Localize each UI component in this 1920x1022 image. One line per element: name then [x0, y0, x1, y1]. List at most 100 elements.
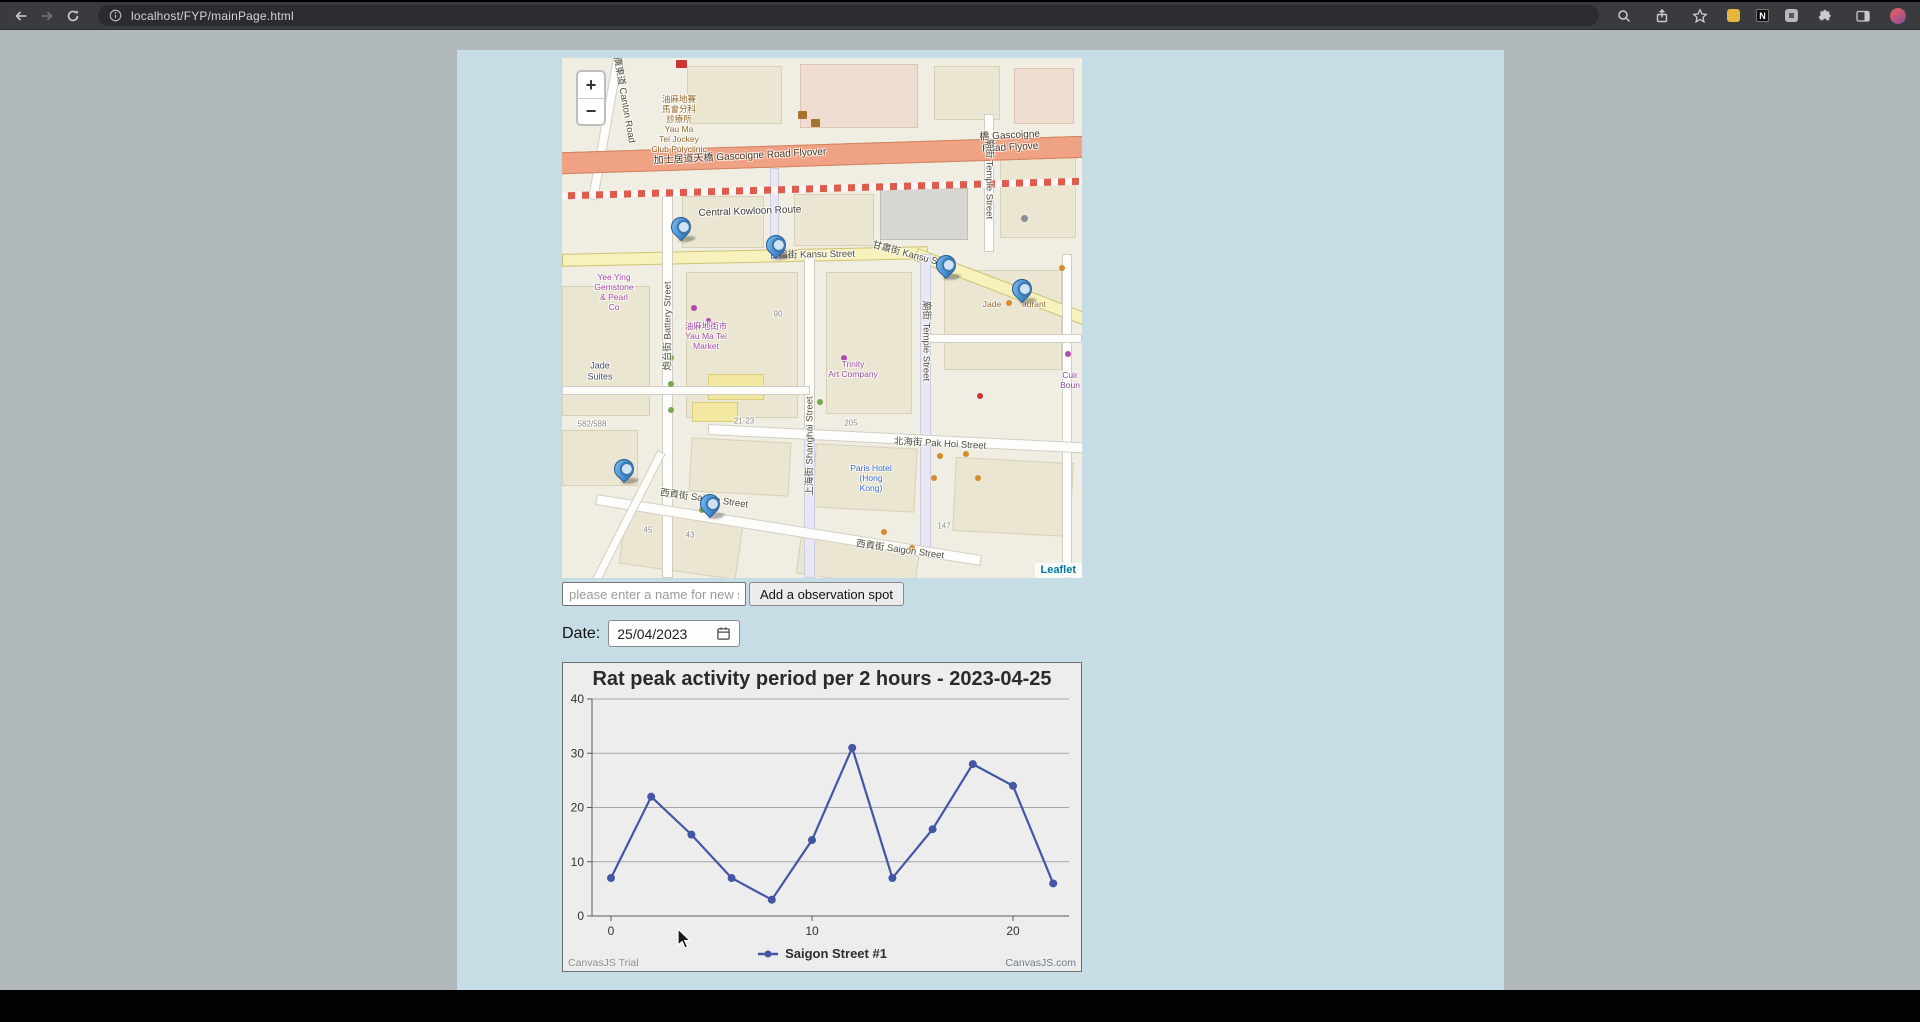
- poi-icon: [975, 475, 981, 481]
- map-building: [687, 66, 782, 124]
- map-building: [1000, 154, 1076, 238]
- zoom-control: + −: [576, 70, 606, 126]
- poi-icon: [817, 399, 823, 405]
- svg-text:20: 20: [571, 801, 585, 815]
- poi-icon: [691, 305, 697, 311]
- page-zoom-button[interactable]: [1613, 5, 1635, 27]
- chart-plot: 0 10 20 30 40 0 10 20: [563, 663, 1081, 971]
- star-icon: [1692, 8, 1708, 24]
- svg-text:10: 10: [805, 924, 819, 938]
- date-label: Date:: [562, 625, 600, 643]
- extension-gray-button[interactable]: [1785, 9, 1798, 22]
- legend-marker-icon: [757, 949, 779, 959]
- road-minor-east: [924, 334, 1082, 343]
- leaflet-map[interactable]: + − Leaflet 加士居道天橋 Gascoigne Road Flyove…: [562, 58, 1082, 578]
- poi-icon: [937, 453, 943, 459]
- poi-icon: [977, 393, 983, 399]
- map-building: [934, 66, 1000, 120]
- road-shanghai-lower: [804, 426, 815, 578]
- magnifier-icon: [1616, 8, 1632, 24]
- road-shanghai-upper: [804, 256, 815, 431]
- map-building: [1014, 68, 1074, 124]
- poi-icon: [668, 355, 674, 361]
- poi-icon: [668, 407, 674, 413]
- forward-button[interactable]: [36, 5, 58, 27]
- map-building: [692, 402, 738, 422]
- poi-icon: [881, 529, 887, 535]
- side-panel-icon: [1855, 8, 1871, 24]
- chart-legend[interactable]: Saigon Street #1: [563, 946, 1081, 961]
- poi-icon: [963, 451, 969, 457]
- add-spot-button[interactable]: Add a observation spot: [749, 582, 904, 606]
- poi-icon: [931, 475, 937, 481]
- map-building: [682, 196, 764, 248]
- road-temple: [920, 254, 931, 549]
- toolbar-right-icons: N: [1613, 5, 1910, 27]
- share-icon: [1654, 8, 1670, 24]
- map-label: 147: [937, 521, 950, 530]
- web-page: + − Leaflet 加士居道天橋 Gascoigne Road Flyove…: [0, 30, 1920, 990]
- extension-yellow-button[interactable]: [1727, 9, 1740, 22]
- trial-watermark: CanvasJS Trial: [568, 957, 639, 969]
- poi-icon: [1021, 215, 1028, 222]
- notion-icon: N: [1759, 11, 1766, 21]
- side-panel-button[interactable]: [1852, 5, 1874, 27]
- map-label: 582/588: [578, 419, 607, 428]
- svg-text:20: 20: [1006, 924, 1020, 938]
- road-kansu-west: [562, 246, 928, 267]
- map-building: [794, 194, 874, 246]
- poi-icon: [1065, 351, 1071, 357]
- poi-icon: [798, 111, 807, 119]
- map-building: [562, 286, 650, 416]
- svg-text:0: 0: [577, 909, 584, 923]
- bookmark-button[interactable]: [1689, 5, 1711, 27]
- back-icon: [13, 8, 29, 24]
- poi-icon: [811, 119, 820, 127]
- activity-chart: Rat peak activity period per 2 hours - 2…: [562, 662, 1082, 972]
- poi-icon: [676, 60, 687, 68]
- site-info-icon[interactable]: [108, 8, 123, 23]
- road-east-edge: [1062, 254, 1072, 578]
- svg-text:40: 40: [571, 692, 585, 706]
- share-button[interactable]: [1651, 5, 1673, 27]
- poi-icon: [841, 355, 847, 361]
- map-building: [952, 457, 1074, 537]
- profile-avatar[interactable]: [1890, 8, 1906, 24]
- leaflet-attribution-link[interactable]: Leaflet: [1035, 563, 1082, 578]
- url-text: localhost/FYP/mainPage.html: [131, 9, 294, 23]
- date-value: 25/04/2023: [617, 626, 708, 642]
- poi-icon: [1059, 265, 1065, 271]
- svg-text:30: 30: [571, 746, 585, 760]
- road-minor-west: [562, 386, 810, 395]
- reload-button[interactable]: [62, 5, 84, 27]
- poi-icon: [1006, 300, 1012, 306]
- map-building: [812, 443, 917, 512]
- canvasjs-credit-link[interactable]: CanvasJS.com: [1005, 957, 1076, 969]
- map-building: [826, 272, 912, 414]
- forward-icon: [39, 8, 55, 24]
- zoom-in-button[interactable]: +: [578, 72, 604, 98]
- extensions-menu-button[interactable]: [1814, 5, 1836, 27]
- letterbox-bottom: [0, 990, 1920, 1022]
- date-input[interactable]: 25/04/2023: [608, 620, 740, 647]
- back-button[interactable]: [10, 5, 32, 27]
- address-bar[interactable]: localhost/FYP/mainPage.html: [98, 5, 1599, 26]
- poi-icon: [909, 545, 915, 551]
- date-row: Date: 25/04/2023: [562, 620, 740, 647]
- puzzle-icon: [1817, 8, 1833, 24]
- calendar-icon[interactable]: [716, 626, 731, 641]
- chart-title: Rat peak activity period per 2 hours - 2…: [563, 668, 1081, 691]
- zoom-out-button[interactable]: −: [578, 98, 604, 124]
- poi-icon: [706, 318, 711, 323]
- reload-icon: [65, 8, 81, 24]
- app-container: + − Leaflet 加士居道天橋 Gascoigne Road Flyove…: [457, 50, 1504, 990]
- extension-notion-button[interactable]: N: [1756, 9, 1769, 22]
- poi-icon: [668, 381, 674, 387]
- browser-toolbar: localhost/FYP/mainPage.html N: [0, 2, 1920, 30]
- svg-text:10: 10: [571, 855, 585, 869]
- svg-text:0: 0: [608, 924, 615, 938]
- spot-name-input[interactable]: [562, 582, 746, 606]
- map-building: [689, 437, 792, 496]
- map-building: [880, 188, 968, 240]
- extension-glyph: [1789, 13, 1794, 18]
